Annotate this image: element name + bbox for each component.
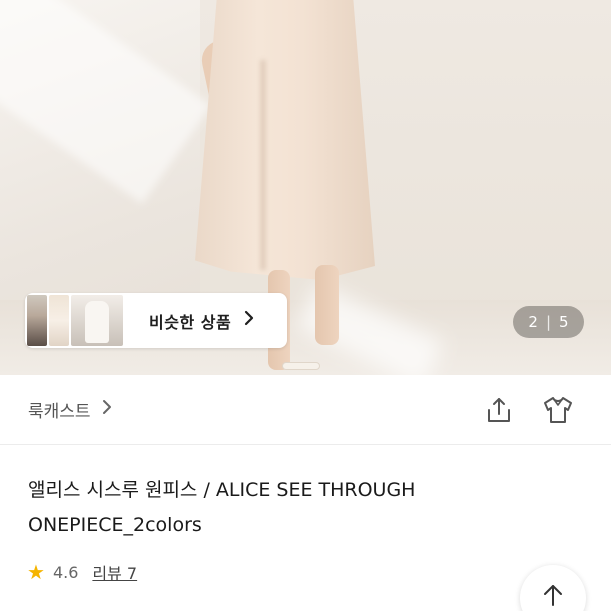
tshirt-icon[interactable] — [541, 395, 575, 425]
similar-thumbnail — [27, 295, 47, 346]
chevron-right-icon — [101, 399, 113, 420]
image-counter: 2 | 5 — [513, 306, 584, 338]
product-image-carousel[interactable]: 비슷한 상품 2 | 5 — [0, 0, 611, 375]
counter-current: 2 — [528, 313, 538, 331]
similar-thumbnail — [71, 295, 123, 346]
rating-row: ★ 4.6 리뷰 7 — [27, 560, 137, 584]
brand-name: 룩캐스트 — [28, 402, 91, 422]
model-leg — [315, 265, 339, 345]
review-link[interactable]: 리뷰 7 — [92, 560, 137, 584]
similar-products-button[interactable]: 비슷한 상품 — [25, 293, 287, 348]
similar-thumbnails — [27, 295, 125, 346]
counter-separator: | — [545, 313, 552, 331]
similar-products-label: 비슷한 상품 — [149, 312, 232, 332]
scroll-top-button[interactable] — [520, 565, 586, 611]
brand-row: 룩캐스트 — [0, 375, 611, 445]
share-icon[interactable] — [484, 395, 514, 425]
product-title: 앨리스 시스루 원피스 / ALICE SEE THROUGH ONEPIECE… — [28, 479, 416, 536]
chevron-right-icon — [243, 310, 255, 331]
model-shoe — [282, 362, 320, 370]
dress-fold — [260, 60, 266, 270]
star-icon: ★ — [27, 560, 45, 584]
rating-value: 4.6 — [52, 562, 79, 582]
model-dress — [195, 0, 375, 280]
counter-total: 5 — [559, 313, 569, 331]
arrow-up-icon — [542, 583, 564, 611]
similar-thumbnail — [49, 295, 69, 346]
brand-link[interactable]: 룩캐스트 — [28, 397, 113, 422]
